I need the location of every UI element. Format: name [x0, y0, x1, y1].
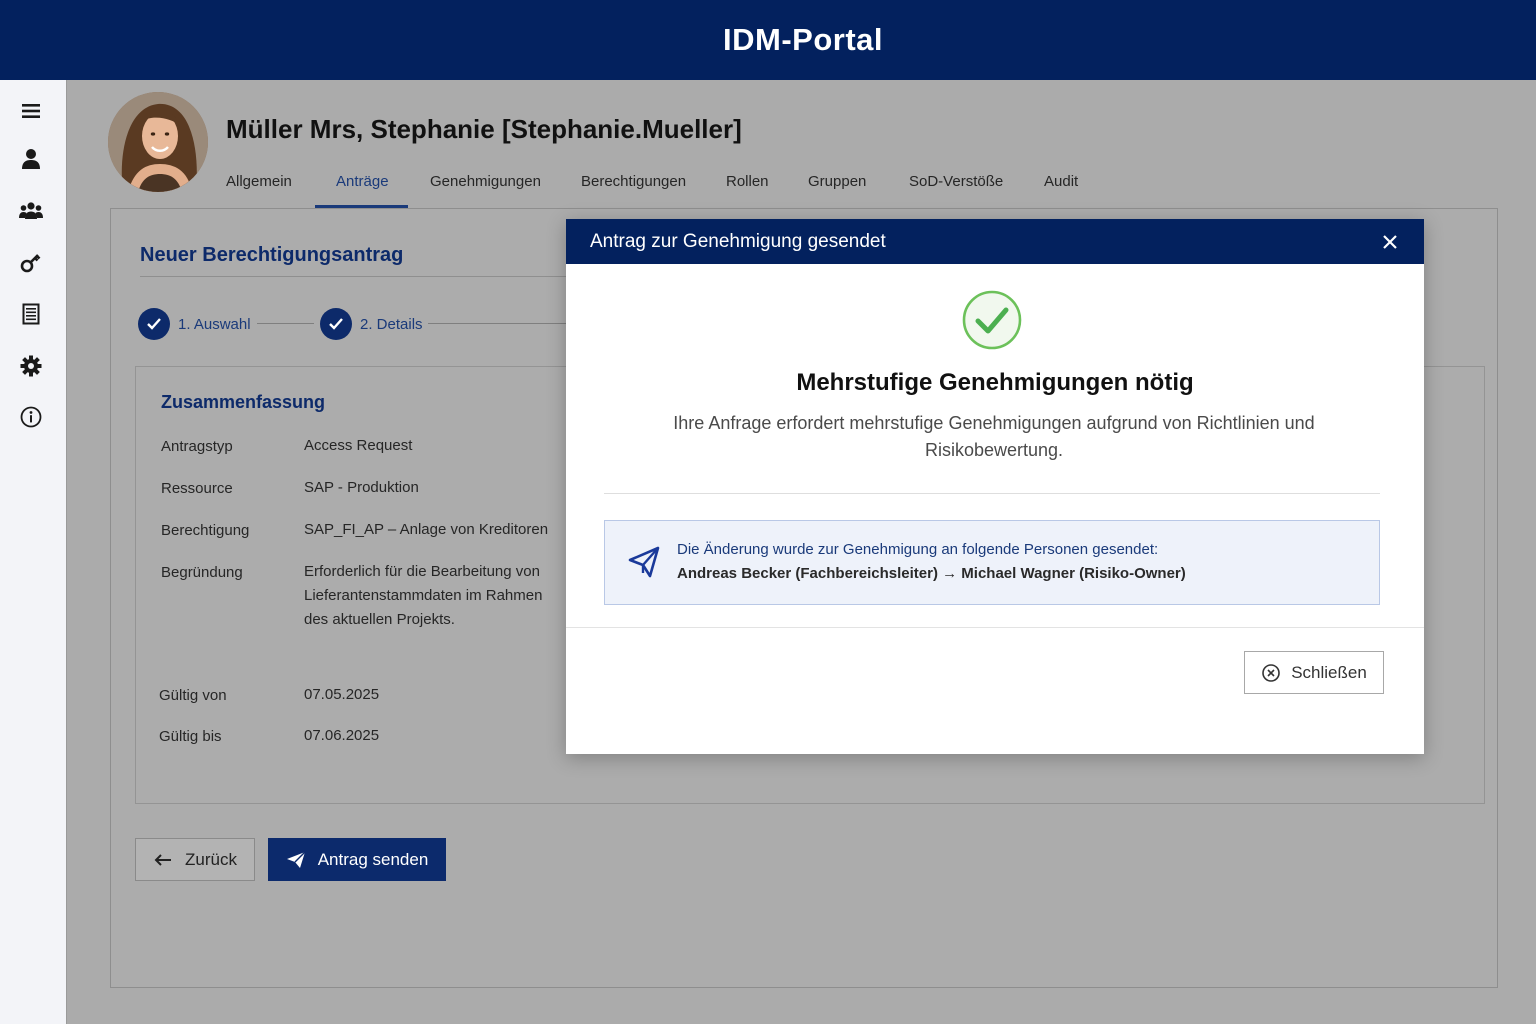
group-icon[interactable]	[18, 198, 44, 224]
summary-value: SAP_FI_AP – Anlage von Kreditoren	[304, 521, 549, 538]
back-button[interactable]: Zurück	[135, 838, 255, 881]
step-label: 1. Auswahl	[178, 315, 251, 333]
summary-value: Erforderlich für die Bearbeitung von Lie…	[304, 563, 543, 628]
key-icon[interactable]	[18, 250, 44, 276]
summary-value: Access Request	[304, 437, 413, 454]
step-details: 2. Details	[320, 308, 423, 340]
gear-icon[interactable]	[18, 353, 44, 379]
tab-genehmigungen[interactable]: Genehmigungen	[430, 168, 541, 208]
summary-label: Antragstyp	[161, 438, 233, 455]
summary-label: Gültig bis	[159, 728, 222, 745]
tab-berechtigungen[interactable]: Berechtigungen	[581, 168, 686, 208]
modal-description: Ihre Anfrage erfordert mehrstufige Geneh…	[673, 413, 1315, 460]
summary-label: Berechtigung	[161, 522, 250, 539]
summary-title: Zusammenfassung	[161, 392, 326, 412]
close-circle-icon	[1262, 663, 1280, 682]
check-icon	[320, 308, 352, 340]
app-title: IDM-Portal	[723, 22, 883, 57]
sidebar	[0, 80, 67, 1024]
recipients-intro: Die Änderung wurde zur Genehmigung an fo…	[677, 541, 1159, 558]
success-check-icon	[962, 290, 1022, 350]
modal-footer-divider	[566, 627, 1424, 628]
tab-sod-verstoesse[interactable]: SoD-Verstöße	[909, 168, 1003, 208]
step-label: 2. Details	[360, 315, 423, 333]
form-title: Neuer Berechtigungsantrag	[140, 244, 404, 266]
modal-heading: Mehrstufige Genehmigungen nötig	[796, 369, 1194, 396]
paper-plane-icon	[286, 851, 306, 868]
user-icon[interactable]	[18, 146, 44, 172]
summary-label: Begründung	[161, 564, 243, 581]
tab-audit[interactable]: Audit	[1044, 168, 1078, 208]
summary-label: Gültig von	[159, 687, 227, 704]
modal-title: Antrag zur Genehmigung gesendet	[590, 231, 886, 252]
close-label: Schließen	[1291, 662, 1367, 682]
modal-divider	[604, 493, 1380, 494]
recipients-chain: Andreas Becker (Fachbereichsleiter) → Mi…	[677, 565, 1186, 582]
summary-value: SAP - Produktion	[304, 479, 419, 496]
step-connector	[257, 323, 314, 324]
summary-value: 07.06.2025	[304, 727, 380, 744]
step-auswahl: 1. Auswahl	[138, 308, 251, 340]
approval-modal: Antrag zur Genehmigung gesendet Mehrstuf…	[566, 219, 1424, 754]
user-name: Müller Mrs, Stephanie [Stephanie.Mueller…	[226, 114, 742, 144]
close-icon[interactable]	[1378, 230, 1402, 254]
top-bar: IDM-Portal	[0, 0, 1536, 80]
modal-header: Antrag zur Genehmigung gesendet	[566, 219, 1424, 264]
send-label: Antrag senden	[317, 849, 429, 869]
tab-antraege[interactable]: Anträge	[315, 168, 408, 208]
document-icon[interactable]	[18, 301, 44, 327]
tab-allgemein[interactable]: Allgemein	[226, 168, 292, 208]
send-request-button[interactable]: Antrag senden	[268, 838, 446, 881]
check-icon	[138, 308, 170, 340]
avatar	[108, 92, 208, 192]
info-icon[interactable]	[18, 404, 44, 430]
recipients-info-box: Die Änderung wurde zur Genehmigung an fo…	[604, 520, 1380, 605]
step-connector	[428, 323, 566, 324]
summary-label: Ressource	[161, 480, 233, 497]
tab-gruppen[interactable]: Gruppen	[808, 168, 866, 208]
menu-icon[interactable]	[18, 98, 44, 124]
close-button[interactable]: Schließen	[1244, 651, 1384, 694]
form-divider	[140, 276, 570, 277]
arrow-left-icon	[154, 853, 172, 866]
summary-value: 07.05.2025	[304, 686, 380, 703]
paper-plane-icon	[627, 545, 661, 579]
back-label: Zurück	[185, 849, 237, 869]
tab-rollen[interactable]: Rollen	[726, 168, 769, 208]
